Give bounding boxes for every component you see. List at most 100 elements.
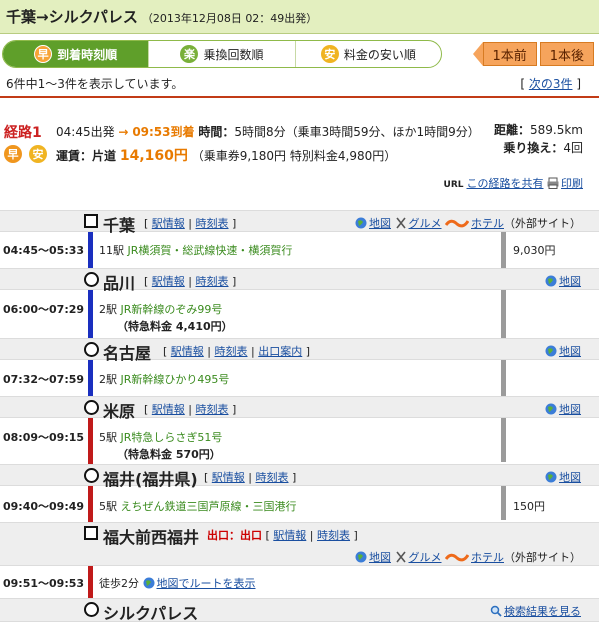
timetable-link[interactable]: 時刻表 (317, 529, 350, 542)
segment-fare: 150円 (513, 500, 545, 513)
station-info-link[interactable]: 駅情報 (212, 471, 245, 484)
station-links: [ 駅情報 | 時刻表 ] (144, 215, 236, 231)
map-link[interactable]: 地図 (559, 275, 581, 288)
separator: | (207, 345, 212, 358)
fast-badge-icon: 早 (34, 45, 53, 63)
separator: | (309, 529, 314, 542)
tab-transfer-order[interactable]: 楽乗換回数順 (149, 41, 296, 67)
express-fare: （特急料金 570円） (117, 448, 221, 461)
station-row: 千葉 [ 駅情報 | 時刻表 ] 地図 グルメ ホテル（外部サイト） (0, 210, 599, 235)
station-name: 福大前西福井 (103, 528, 200, 547)
hotel-logo-icon (445, 219, 469, 228)
external-site-note: （外部サイト） (504, 551, 581, 564)
segment-time: 04:45～05:33 (3, 244, 85, 257)
next-train-button[interactable]: 1本後 (539, 42, 594, 66)
map-route-link[interactable]: 地図でルートを表示 (157, 577, 256, 590)
print-link[interactable]: 印刷 (561, 177, 583, 190)
separator: | (251, 345, 255, 358)
station-extras: 地図 (545, 469, 581, 485)
tab-arrival-order[interactable]: 早到着時刻順 (3, 41, 150, 67)
map-link[interactable]: 地図 (559, 345, 581, 358)
segment-info: 11駅 JR横須賀・総武線快速・横須賀行 (99, 242, 292, 258)
globe-icon (355, 217, 367, 229)
exit-name: 出口：出口 (207, 529, 262, 542)
segment-info: 2駅 JR新幹線ひかり495号 (99, 371, 229, 387)
timetable-link[interactable]: 時刻表 (215, 345, 248, 358)
globe-icon (143, 577, 154, 589)
separator: | (188, 217, 193, 230)
fork-knife-icon (395, 217, 406, 229)
station-extras: 地図 (545, 401, 581, 417)
station-row: シルクパレス 検索結果を見る (0, 598, 599, 623)
globe-icon (545, 471, 557, 483)
segment-time: 06:00～07:29 (3, 303, 85, 316)
segment-row: 09:40～09:49 5駅 えちぜん鉄道三国芦原線・三国港行 150円 (0, 486, 599, 522)
station-circle-icon (84, 342, 99, 357)
station-info-link[interactable]: 駅情報 (171, 345, 204, 358)
timetable-link[interactable]: 時刻表 (196, 403, 229, 416)
gourmet-link[interactable]: グルメ (409, 551, 442, 564)
station-circle-icon (84, 468, 99, 483)
next-3-link[interactable]: 次の3件 (529, 77, 573, 91)
magnifier-icon (490, 605, 502, 617)
exit-info-link[interactable]: 出口案内 (258, 345, 302, 358)
bracket: [ (144, 217, 149, 230)
route-title: 千葉→シルクパレス (6, 8, 138, 26)
station-info-link[interactable]: 駅情報 (152, 217, 185, 230)
external-site-note: （外部サイト） (504, 217, 581, 230)
segment-info: 5駅 えちぜん鉄道三国芦原線・三国港行 (99, 498, 297, 514)
station-extras: 検索結果を見る (490, 603, 581, 619)
print-icon (547, 177, 559, 189)
globe-icon (545, 275, 557, 287)
segment-time: 09:51～09:53 (3, 577, 85, 590)
station-info-link[interactable]: 駅情報 (152, 403, 185, 416)
tab-cheapest-order[interactable]: 安料金の安い順 (296, 41, 441, 67)
station-links: [ 駅情報 | 時刻表 ] (144, 273, 236, 289)
map-link[interactable]: 地図 (369, 551, 391, 564)
fast-badge-icon: 早 (4, 145, 22, 163)
bracket: ] (232, 403, 237, 416)
route-summary: 経路1 04:45出発 → 09:53到着 時間：5時間8分（乗車3時間59分、… (0, 96, 599, 200)
line-color-bar (88, 290, 93, 338)
tab-label: 到着時刻順 (57, 47, 118, 62)
line-name: JR新幹線のぞみ99号 (120, 303, 223, 316)
station-extras: 地図 グルメ ホテル（外部サイト） (355, 549, 581, 565)
distance: 距離：589.5km (494, 121, 583, 138)
cheap-badge-icon: 安 (320, 45, 339, 63)
bracket: [ (520, 77, 526, 91)
map-link[interactable]: 地図 (559, 403, 581, 416)
gourmet-link[interactable]: グルメ (409, 217, 442, 230)
prev-train-button[interactable]: 1本前 (473, 42, 537, 66)
segment-row: 08:09～09:15 5駅 JR特急しらさぎ51号 （特急料金 570円） (0, 418, 599, 464)
route-badges: 早安 (4, 145, 52, 163)
line-name: えちぜん鉄道三国芦原線・三国港行 (120, 500, 297, 513)
map-link[interactable]: 地図 (559, 471, 581, 484)
segment-row: 09:51～09:53 徒歩2分 地図でルートを表示 (0, 566, 599, 598)
station-info-link[interactable]: 駅情報 (152, 275, 185, 288)
hotel-link[interactable]: ホテル (471, 217, 504, 230)
bracket: ] (305, 345, 311, 358)
station-links: 出口：出口 [ 駅情報 | 時刻表 ] (207, 527, 358, 543)
bracket: [ (144, 403, 149, 416)
separator: | (188, 403, 193, 416)
line-color-bar (88, 418, 93, 464)
share-route-link[interactable]: この経路を共有 (467, 177, 544, 190)
express-fare: （特急料金 4,410円） (117, 320, 233, 333)
timetable-link[interactable]: 時刻表 (256, 471, 289, 484)
segment-time: 07:32～07:59 (3, 373, 85, 386)
timetable-link[interactable]: 時刻表 (196, 217, 229, 230)
url-icon: URL (443, 180, 464, 190)
stop-count: 2駅 (99, 303, 117, 316)
map-link[interactable]: 地図 (369, 217, 391, 230)
station-info-link[interactable]: 駅情報 (273, 529, 306, 542)
page-title: 千葉→シルクパレス （2013年12月08日 02：49出発） (0, 0, 599, 34)
transfers: 乗り換え：4回 (503, 139, 583, 156)
route-label: 経路1 (4, 125, 42, 141)
line-name: JR新幹線ひかり495号 (120, 373, 230, 386)
station-row: 福井(福井県) [ 駅情報 | 時刻表 ] 地図 (0, 464, 599, 489)
timetable-link[interactable]: 時刻表 (196, 275, 229, 288)
line-color-bar (88, 360, 93, 396)
bracket: [ (265, 529, 270, 542)
hotel-link[interactable]: ホテル (471, 551, 504, 564)
search-result-link[interactable]: 検索結果を見る (504, 605, 581, 618)
